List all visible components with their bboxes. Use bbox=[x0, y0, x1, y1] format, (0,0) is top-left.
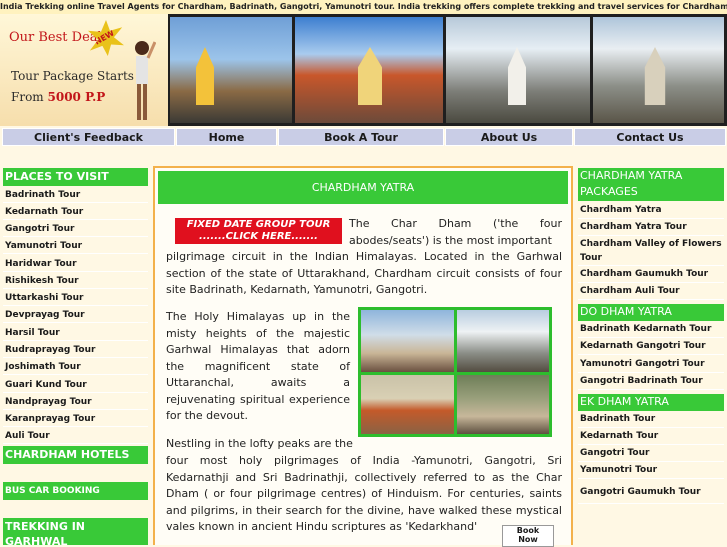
sidebar-item-uttarkashi[interactable]: Uttarkashi Tour bbox=[3, 290, 148, 306]
chardham-photo-collage bbox=[358, 307, 552, 437]
sidebar-item-ek-gangotri[interactable]: Gangotri Tour bbox=[578, 446, 724, 462]
intro-paragraph-part2: pilgrimage circuit in the Indian Himalay… bbox=[166, 250, 562, 296]
sidebar-item-ek-gaumukh[interactable]: Gangotri Gaumukh Tour bbox=[578, 480, 724, 504]
chardham-packages-heading: CHARDHAM YATRA PACKAGES bbox=[578, 168, 724, 201]
temple-shape-icon bbox=[644, 47, 666, 105]
kedarnath-temple-photo bbox=[593, 17, 724, 123]
sidebar-item-chardham-yatra-tour[interactable]: Chardham Yatra Tour bbox=[578, 220, 724, 236]
nestling-paragraph-part1: Nestling in the lofty peaks are the bbox=[166, 437, 353, 450]
collage-photo bbox=[361, 310, 454, 372]
himalayas-paragraph: The Holy Himalayas up in the misty heigh… bbox=[166, 310, 350, 422]
sidebar-item-rishikesh[interactable]: Rishikesh Tour bbox=[3, 273, 148, 289]
header-banner: Our Best Deal NEW Tour Package Starts Fr… bbox=[0, 14, 727, 126]
collage-photo bbox=[457, 375, 549, 434]
sidebar-spacer bbox=[3, 465, 148, 481]
sidebar-spacer bbox=[3, 501, 148, 517]
collage-photo bbox=[361, 375, 454, 434]
temple-shape-icon bbox=[508, 47, 526, 105]
price-value: 5000 P.P bbox=[47, 90, 106, 104]
sidebar-item-ek-badrinath[interactable]: Badrinath Tour bbox=[578, 412, 724, 428]
chardham-hotels-heading[interactable]: CHARDHAM HOTELS bbox=[3, 446, 148, 464]
gangotri-temple-photo bbox=[446, 17, 590, 123]
fixed-tour-line2: .......CLICK HERE....... bbox=[199, 231, 318, 242]
nav-home[interactable]: Home bbox=[176, 128, 277, 146]
book-now-line1: Book bbox=[516, 526, 540, 535]
sidebar-item-badrinath[interactable]: Badrinath Tour bbox=[3, 187, 148, 203]
sidebar-item-haridwar[interactable]: Haridwar Tour bbox=[3, 256, 148, 272]
price-prefix: From bbox=[11, 90, 44, 104]
nav-contact-us[interactable]: Contact Us bbox=[574, 128, 726, 146]
intro-paragraph-part1: The Char Dham ('the four abodes/seats') … bbox=[349, 217, 562, 247]
sidebar-item-rudraprayag[interactable]: Rudraprayag Tour bbox=[3, 342, 148, 358]
best-deal-title: Our Best Deal bbox=[9, 30, 102, 45]
sidebar-item-gaumukh-tour[interactable]: Chardham Gaumukh Tour bbox=[578, 267, 724, 283]
sidebar-item-kedarnath[interactable]: Kedarnath Tour bbox=[3, 204, 148, 220]
collage-photo bbox=[457, 310, 549, 372]
sidebar-item-valley-of-flowers[interactable]: Chardham Valley of Flowers Tour bbox=[578, 237, 724, 266]
sidebar-item-badrinath-kedarnath[interactable]: Badrinath Kedarnath Tour bbox=[578, 322, 724, 338]
ek-dham-heading: EK DHAM YATRA bbox=[578, 394, 724, 411]
sidebar-item-auli[interactable]: Auli Tour bbox=[3, 428, 148, 444]
page-title: CHARDHAM YATRA bbox=[158, 171, 568, 204]
sidebar-item-kedarnath-gangotri[interactable]: Kedarnath Gangotri Tour bbox=[578, 339, 724, 355]
sidebar-item-karanprayag[interactable]: Karanprayag Tour bbox=[3, 411, 148, 427]
sidebar-item-guari-kund[interactable]: Guari Kund Tour bbox=[3, 377, 148, 393]
top-tagline: India Trekking online Travel Agents for … bbox=[0, 0, 727, 14]
bus-car-booking-heading[interactable]: BUS CAR BOOKING bbox=[3, 482, 148, 500]
yamunotri-temple-photo bbox=[170, 17, 292, 123]
nav-about-us[interactable]: About Us bbox=[445, 128, 573, 146]
sidebar-item-gangotri-badrinath[interactable]: Gangotri Badrinath Tour bbox=[578, 374, 724, 390]
sidebar-item-devprayag[interactable]: Devprayag Tour bbox=[3, 307, 148, 323]
sidebar-item-chardham-yatra[interactable]: Chardham Yatra bbox=[578, 203, 724, 219]
sidebar-item-joshimath[interactable]: Joshimath Tour bbox=[3, 359, 148, 375]
sidebar-item-yamunotri[interactable]: Yamunotri Tour bbox=[3, 238, 148, 254]
fixed-tour-line1: FIXED DATE GROUP TOUR bbox=[186, 219, 331, 230]
traveler-figure-icon bbox=[135, 41, 156, 120]
nav-clients-feedback[interactable]: Client's Feedback bbox=[2, 128, 175, 146]
sidebar-item-gangotri[interactable]: Gangotri Tour bbox=[3, 221, 148, 237]
nav-book-a-tour[interactable]: Book A Tour bbox=[278, 128, 444, 146]
trekking-garhwal-heading[interactable]: TREKKING IN GARHWAL bbox=[3, 518, 148, 545]
sidebar-item-auli-tour[interactable]: Chardham Auli Tour bbox=[578, 284, 724, 300]
sidebar-item-yamunotri-gangotri[interactable]: Yamunotri Gangotri Tour bbox=[578, 357, 724, 373]
main-content: CHARDHAM YATRA FIXED DATE GROUP TOUR ...… bbox=[153, 166, 573, 547]
nestling-paragraph-part2: four most holy pilgrimages of India -Yam… bbox=[166, 454, 562, 533]
temple-shape-icon bbox=[358, 47, 382, 105]
do-dham-heading: DO DHAM YATRA bbox=[578, 304, 724, 321]
sidebar-item-ek-yamunotri[interactable]: Yamunotri Tour bbox=[578, 463, 724, 479]
book-now-line2: Now bbox=[518, 535, 538, 544]
book-now-button[interactable]: Book Now bbox=[502, 525, 554, 547]
package-starts-text: Tour Package Starts bbox=[11, 69, 134, 83]
best-deal-promo[interactable]: Our Best Deal NEW Tour Package Starts Fr… bbox=[0, 14, 168, 126]
temple-shape-icon bbox=[196, 47, 214, 105]
package-price-text: From 5000 P.P bbox=[11, 90, 105, 104]
places-to-visit-heading: PLACES TO VISIT bbox=[3, 168, 148, 186]
sidebar-item-ek-kedarnath[interactable]: Kedarnath Tour bbox=[578, 429, 724, 445]
badrinath-temple-photo bbox=[295, 17, 443, 123]
sidebar-item-nandprayag[interactable]: Nandprayag Tour bbox=[3, 394, 148, 410]
fixed-date-group-tour-button[interactable]: FIXED DATE GROUP TOUR .......CLICK HERE.… bbox=[175, 218, 342, 244]
sidebar-item-harsil[interactable]: Harsil Tour bbox=[3, 325, 148, 341]
